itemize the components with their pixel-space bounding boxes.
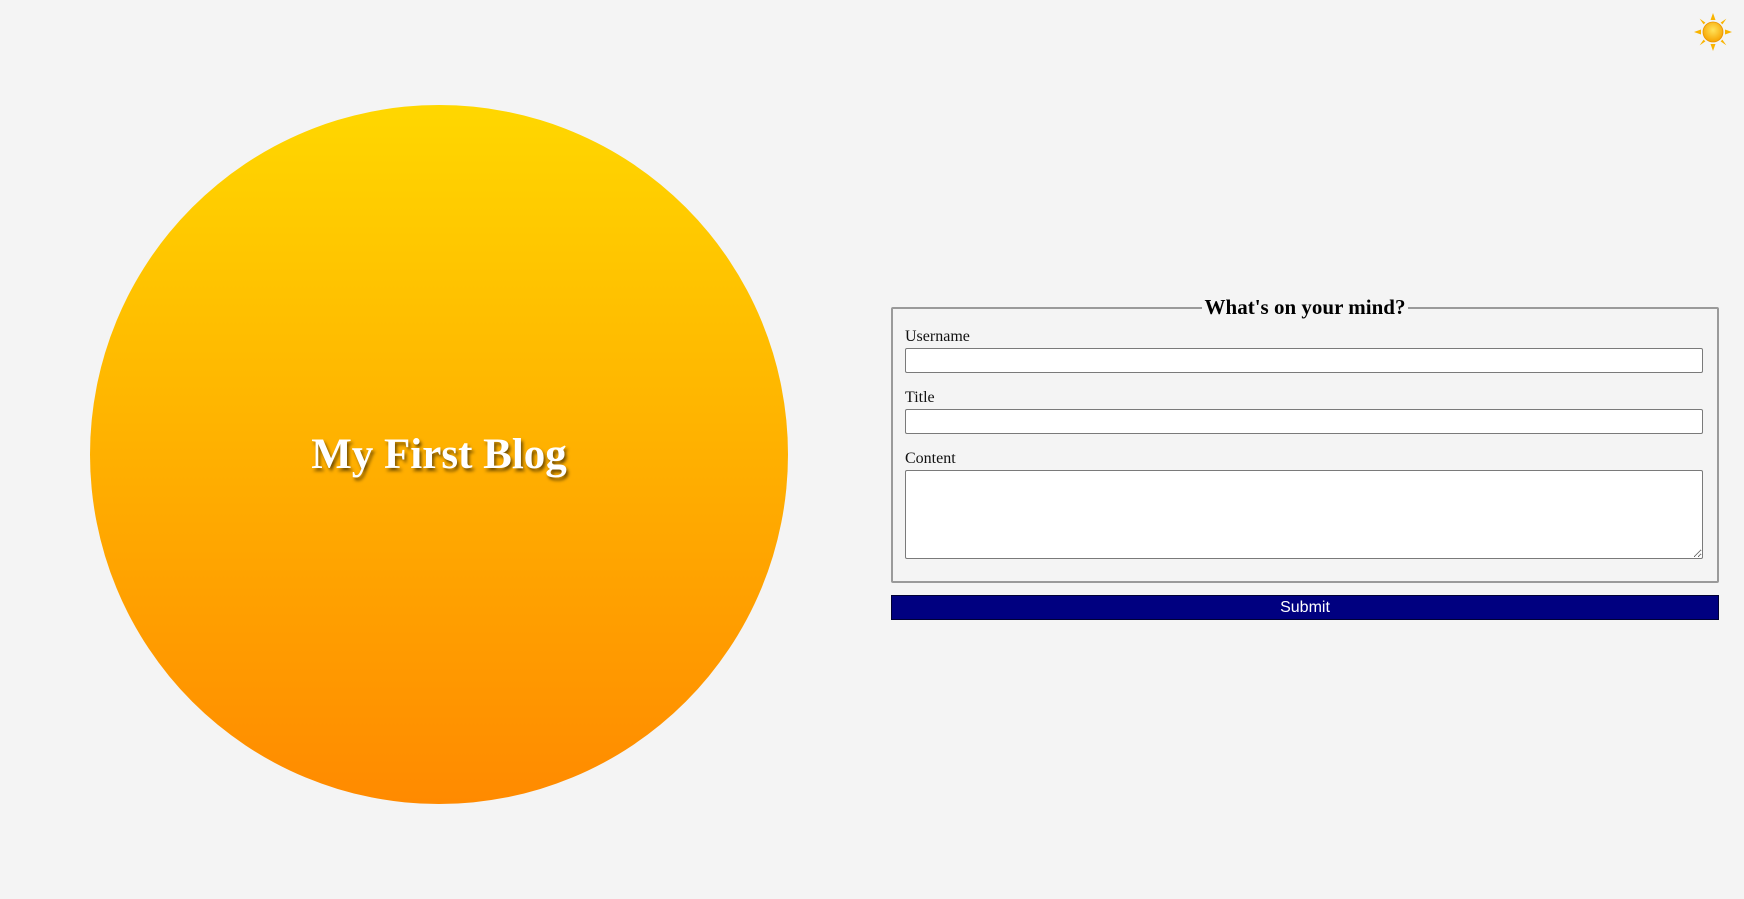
hero-circle: My First Blog xyxy=(90,105,788,804)
sun-icon xyxy=(1694,13,1732,51)
blog-title: My First Blog xyxy=(311,431,567,478)
content-textarea[interactable] xyxy=(905,470,1703,559)
username-label: Username xyxy=(905,328,970,345)
submit-button[interactable]: Submit xyxy=(891,595,1719,620)
title-input[interactable] xyxy=(905,409,1703,434)
title-label: Title xyxy=(905,389,935,406)
post-fieldset: What's on your mind? Username Title Cont… xyxy=(891,295,1719,583)
theme-toggle-button[interactable] xyxy=(1693,12,1733,52)
form-legend: What's on your mind? xyxy=(1204,295,1406,319)
content-label: Content xyxy=(905,450,956,467)
post-form: What's on your mind? Username Title Cont… xyxy=(891,295,1719,620)
username-input[interactable] xyxy=(905,348,1703,373)
